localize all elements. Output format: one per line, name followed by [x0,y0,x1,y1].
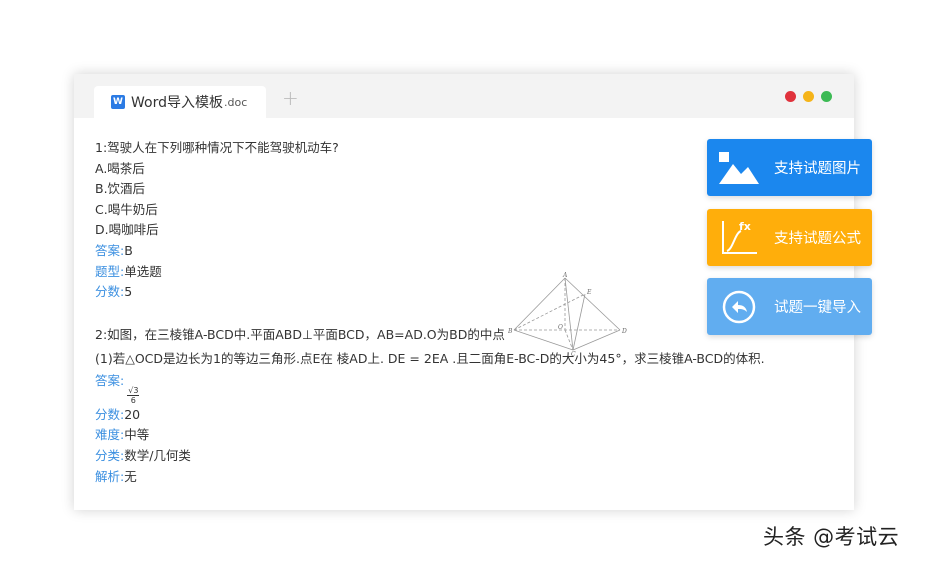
feature-label: 支持试题图片 [774,161,861,177]
question1-type: 题型:单选题 [95,262,765,283]
category-label: 分类: [95,447,125,463]
tab-extension: .doc [223,95,248,109]
figure-label-a: A [562,272,568,279]
formula-icon: fx [716,218,762,258]
feature-one-click-import[interactable]: 试题一键导入 [707,278,872,335]
difficulty-value: 中等 [124,427,150,443]
question2-difficulty: 难度:中等 [95,425,765,446]
feature-label: 试题一键导入 [774,300,861,316]
minimize-window-button[interactable] [803,91,814,102]
type-value: 单选题 [124,263,162,279]
window-controls [785,91,832,102]
maximize-window-button[interactable] [821,91,832,102]
answer-value: B [124,242,133,258]
import-icon [716,287,762,327]
watermark: 头条 @考试云 [763,525,900,549]
feature-formula-support[interactable]: fx 支持试题公式 [707,209,872,266]
analysis-label: 解析: [95,468,125,484]
analysis-value: 无 [124,468,137,484]
image-icon [716,148,762,188]
document-content: 1:驾驶人在下列哪种情况下不能驾驶机动车? A.喝茶后 B.饮酒后 C.喝牛奶后… [95,138,765,487]
close-window-button[interactable] [785,91,796,102]
difficulty-label: 难度: [95,427,125,443]
fraction-numerator: √3 [127,385,140,396]
question1-option-d: D.喝咖啡后 [95,222,159,238]
question1-option-b: B.饮酒后 [95,181,146,197]
question2-analysis: 解析:无 [95,467,765,488]
score-label: 分数: [95,284,125,300]
figure-label-e: E [586,289,592,296]
tab-title: Word导入模板 [131,95,223,111]
fraction-denominator: 6 [130,395,136,405]
pyramid-figure: A B C D E O [508,272,627,356]
answer-label: 答案: [95,242,125,258]
figure-label-b: B [508,328,513,335]
add-tab-icon[interactable]: + [282,88,299,108]
question2-answer: 答案: √3 6 [95,371,765,405]
feature-image-support[interactable]: 支持试题图片 [707,139,872,196]
question2-stem: 2:如图，在三棱锥A-BCD中.平面ABD⊥平面BCD，AB=AD.O为BD的中… [95,326,505,342]
title-bar: W Word导入模板 .doc + [74,74,854,118]
score-value: 5 [124,284,133,300]
figure-label-d: D [621,328,627,335]
type-label: 题型: [95,263,125,279]
question1-answer: 答案:B [95,241,765,262]
feature-label: 支持试题公式 [774,231,861,247]
answer-label: 答案: [95,372,125,388]
word-file-icon: W [111,95,125,109]
question2-subquestion: (1)若△OCD是边长为1的等边三角形.点E在 棱AD上. DE = 2EA .… [95,350,765,366]
question1-option-a: A.喝茶后 [95,160,145,176]
question1-stem: 1:驾驶人在下列哪种情况下不能驾驶机动车? [95,140,339,155]
category-value: 数学/几何类 [124,447,191,463]
figure-label-c: C [571,351,576,356]
answer-fraction: √3 6 [127,385,140,405]
score-value: 20 [124,406,141,422]
question2-score: 分数:20 [95,405,765,426]
question1-option-c: C.喝牛奶后 [95,201,158,217]
score-label: 分数: [95,406,125,422]
question1-score: 分数:5 [95,282,765,303]
figure-label-o: O [558,324,563,331]
document-tab[interactable]: W Word导入模板 .doc [94,86,266,118]
question2-category: 分类:数学/几何类 [95,446,765,467]
svg-text:fx: fx [739,220,751,233]
